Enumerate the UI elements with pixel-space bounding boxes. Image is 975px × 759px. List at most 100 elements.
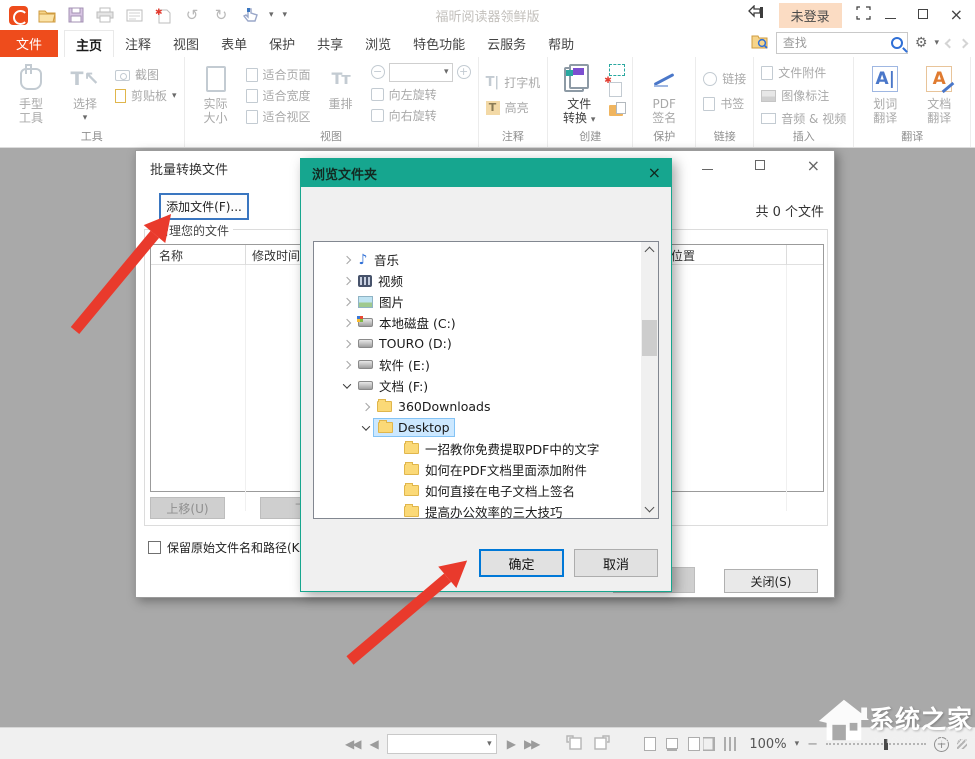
tab-share[interactable]: 共享 [306,30,354,57]
first-page-icon[interactable]: ◀◀ [345,737,359,751]
login-button[interactable]: 未登录 [779,3,842,28]
next-view-page-icon[interactable] [593,735,610,754]
move-up-button[interactable]: 上移(U) [150,497,225,519]
customize-toolbar-icon[interactable]: ▾ [283,10,288,20]
next-page-icon[interactable]: ▶ [507,737,514,751]
search-folder-icon[interactable] [751,34,769,53]
folder-tree[interactable]: ♪ 音乐 视频 图片 本地磁盘 (C:) [313,241,659,519]
gear-icon[interactable]: ⚙ [915,35,928,51]
single-page-layout-icon[interactable] [644,737,656,751]
chevron-down-icon[interactable] [343,380,351,388]
actual-size-button[interactable]: 实际 大小 [192,60,240,125]
resize-grip[interactable] [957,739,967,749]
typewriter-button[interactable]: T| 打字机 [486,74,541,91]
combine-files-icon[interactable] [609,105,623,116]
tree-item-drive-e[interactable]: 软件 (E:) [314,354,658,375]
close-button[interactable]: × [950,7,963,23]
restore-button[interactable] [918,8,928,23]
column-name[interactable]: 名称 [159,247,183,264]
browse-close-icon[interactable]: × [648,165,661,181]
zoom-level-combobox[interactable]: ▾ [389,63,453,82]
two-page-layout-icon[interactable] [688,737,700,751]
continuous-layout-icon[interactable] [666,738,678,749]
tree-item-drive-c[interactable]: 本地磁盘 (C:) [314,312,658,333]
tree-item-drive-d[interactable]: TOURO (D:) [314,333,658,354]
cancel-button[interactable]: 取消 [574,549,658,577]
clipboard-dropdown[interactable]: ▾ [172,91,177,101]
select-button[interactable]: T↖ 选择 ▾ [61,60,109,125]
zoom-slider[interactable] [826,743,926,745]
minimize-button[interactable] [885,8,896,23]
zoom-slider-thumb[interactable] [884,739,888,750]
tab-cloud[interactable]: 云服务 [476,30,537,57]
batch-close-button[interactable]: 关闭(S) [724,569,818,593]
file-convert-dropdown[interactable]: ▾ [591,115,596,125]
tab-comment[interactable]: 注释 [114,30,162,57]
previous-view-icon[interactable] [945,38,955,48]
zoom-in-button[interactable]: + [934,737,949,752]
fit-width-button[interactable]: 适合宽度 [246,87,311,104]
fit-visible-button[interactable]: 适合视区 [246,108,311,125]
tab-features[interactable]: 特色功能 [402,30,476,57]
column-location[interactable]: 位置 [671,247,695,264]
rotate-left-button[interactable]: 向左旋转 [371,86,471,103]
tree-item-subfolder[interactable]: 如何直接在电子文档上签名 [314,480,658,501]
tree-item-videos[interactable]: 视频 [314,270,658,291]
tree-item-music[interactable]: ♪ 音乐 [314,249,658,270]
rotate-right-button[interactable]: 向右旋转 [371,107,471,124]
save-icon[interactable] [66,5,86,25]
zoom-out-button[interactable]: − [807,737,818,752]
file-attachment-button[interactable]: 文件附件 [761,64,846,81]
audio-video-button[interactable]: 音频 & 视频 [761,110,846,127]
batch-maximize-button[interactable] [755,159,765,174]
zoom-in-icon[interactable]: + [457,65,471,79]
last-page-icon[interactable]: ▶▶ [524,737,538,751]
highlight-button[interactable]: T 高亮 [486,99,541,116]
previous-page-icon[interactable]: ◀ [369,737,376,751]
fit-page-button[interactable]: 适合页面 [246,66,311,83]
scrollbar-thumb[interactable] [642,320,657,356]
zoom-percent-dropdown[interactable]: ▾ [795,739,800,749]
chevron-right-icon[interactable] [343,360,351,368]
gear-dropdown[interactable]: ▾ [934,38,939,48]
keep-path-checkbox[interactable] [148,541,161,554]
hand-pointer-icon[interactable] [240,5,260,25]
chevron-right-icon[interactable] [362,402,370,410]
clipboard-button[interactable]: 剪贴板 ▾ [115,87,177,104]
tab-browse[interactable]: 浏览 [354,30,402,57]
tab-home[interactable]: 主页 [64,30,114,57]
chevron-right-icon[interactable] [343,255,351,263]
chevron-down-icon[interactable] [362,422,370,430]
tab-protect[interactable]: 保护 [258,30,306,57]
tree-item-360downloads[interactable]: 360Downloads [314,396,658,417]
word-translate-button[interactable]: A| 划词 翻译 [861,60,909,125]
ok-button[interactable]: 确定 [479,549,564,577]
document-translate-button[interactable]: A 文档 翻译 [915,60,963,125]
tab-form[interactable]: 表单 [210,30,258,57]
arrange-windows-icon[interactable] [856,6,871,24]
chevron-right-icon[interactable] [343,297,351,305]
column-modified[interactable]: 修改时间 [252,247,300,264]
share-hand-icon[interactable] [747,5,765,25]
tree-item-desktop[interactable]: Desktop [314,417,658,438]
scroll-up-icon[interactable] [645,247,655,257]
open-file-icon[interactable] [37,5,57,25]
tab-file[interactable]: 文件 [0,30,58,57]
print-icon[interactable] [95,5,115,25]
chevron-right-icon[interactable] [343,339,351,347]
email-icon[interactable] [124,5,144,25]
bookmark-button[interactable]: 书签 [703,95,746,112]
image-annotation-button[interactable]: 图像标注 [761,87,846,104]
tree-item-subfolder[interactable]: 提高办公效率的三大技巧 [314,501,658,519]
tree-item-drive-f[interactable]: 文档 (F:) [314,375,658,396]
undo-icon[interactable]: ↺ [182,5,202,25]
blank-document-icon[interactable] [609,82,622,97]
scanner-icon[interactable] [609,64,625,76]
chevron-right-icon[interactable] [343,276,351,284]
page-number-combobox[interactable]: ▾ [387,734,497,754]
reflow-button[interactable]: Tт 重排 [317,60,365,111]
tab-help[interactable]: 帮助 [537,30,585,57]
hand-tool-button[interactable]: 手型 工具 [7,60,55,125]
select-dropdown[interactable]: ▾ [83,111,88,125]
hand-pointer-dropdown[interactable]: ▾ [269,10,274,20]
